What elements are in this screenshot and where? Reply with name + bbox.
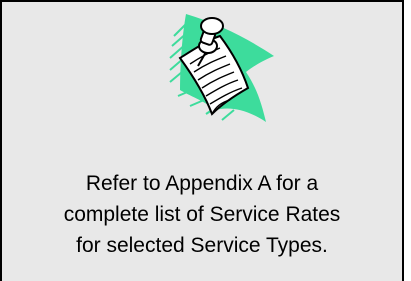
pinned-note-icon <box>169 14 274 122</box>
note-line-1: Refer to Appendix A for a <box>85 172 319 195</box>
note-message: Refer to Appendix A for a complete list … <box>2 168 402 261</box>
note-line-2: complete list of Service Rates <box>63 203 341 226</box>
note-callout-box: Refer to Appendix A for a complete list … <box>0 0 404 281</box>
note-line-3: for selected Service Types. <box>76 234 328 257</box>
